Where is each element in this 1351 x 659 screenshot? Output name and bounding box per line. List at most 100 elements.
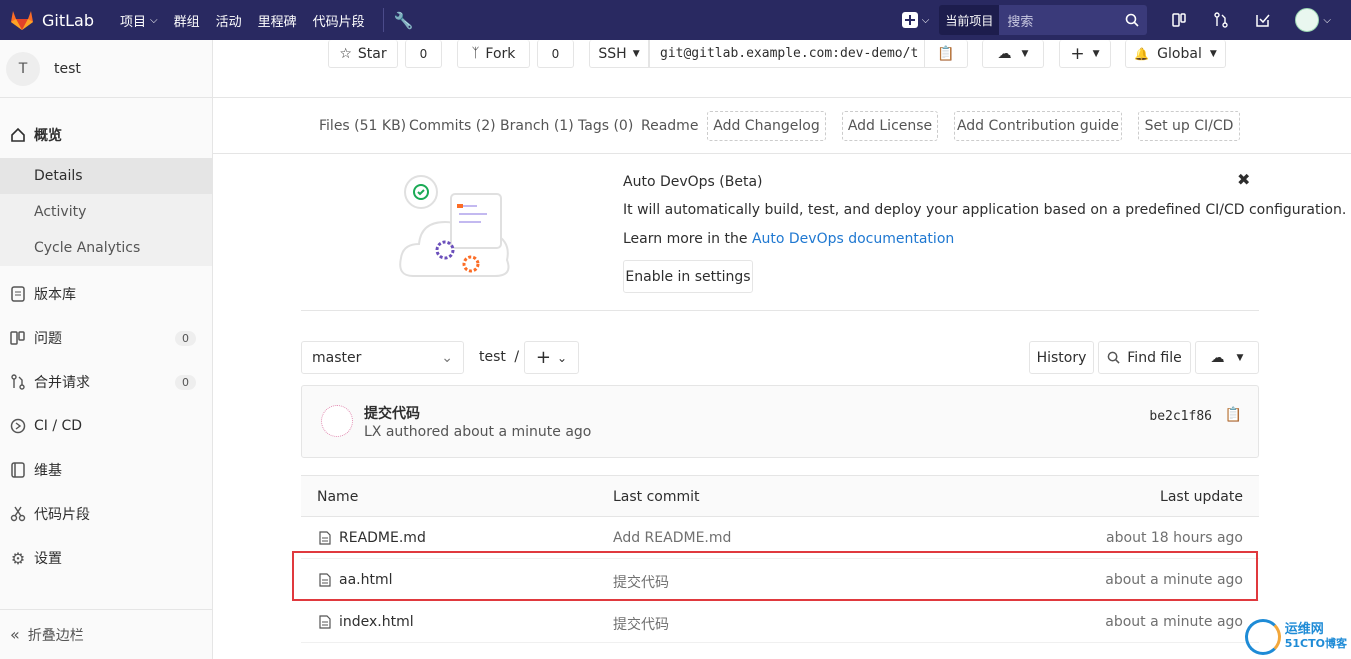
- file-commit-link[interactable]: Add README.md: [613, 530, 731, 546]
- issues-icon[interactable]: [1169, 10, 1189, 30]
- plus-icon: +: [1070, 43, 1085, 64]
- divider: [213, 153, 1351, 154]
- sidebar-subitem-activity[interactable]: Activity: [0, 194, 212, 230]
- star-button[interactable]: ☆ Star: [328, 40, 398, 68]
- branch-stat-link[interactable]: Branch (1): [500, 118, 574, 134]
- sidebar-item-snippets[interactable]: 代码片段: [0, 492, 212, 536]
- caret-down-icon: ▼: [632, 48, 640, 59]
- notification-dropdown[interactable]: 🔔 Global ▼: [1125, 40, 1226, 68]
- fork-button[interactable]: ᛉ Fork: [457, 40, 530, 68]
- watermark-line2: 51CTO博客: [1284, 637, 1347, 650]
- breadcrumb-separator: /: [514, 349, 520, 365]
- todos-icon[interactable]: [1253, 10, 1273, 30]
- avatar: [1295, 8, 1320, 32]
- add-license-button[interactable]: Add License: [842, 111, 938, 141]
- merge-request-icon: [10, 374, 26, 390]
- download-tree-dropdown[interactable]: ☁ ▼: [1195, 341, 1259, 374]
- chevron-down-icon: ⌄: [441, 349, 453, 366]
- project-name: test: [54, 60, 81, 77]
- last-commit-box: 提交代码 LX authored about a minute ago be2c…: [301, 385, 1259, 458]
- add-dropdown[interactable]: + ▼: [1059, 40, 1111, 68]
- sidebar-item-repository[interactable]: 版本库: [0, 272, 212, 316]
- gitlab-brand[interactable]: GitLab: [10, 9, 120, 31]
- file-table-header: Name Last commit Last update: [301, 475, 1259, 517]
- sidebar-item-merge-requests[interactable]: 合并请求 0: [0, 360, 212, 404]
- fork-icon: ᛉ: [471, 46, 480, 61]
- nav-activity[interactable]: 活动: [216, 11, 242, 30]
- clone-url-input[interactable]: git@gitlab.example.com:dev-demo/t: [649, 40, 925, 68]
- clipboard-icon[interactable]: 📋: [1225, 407, 1242, 423]
- nav-milestones[interactable]: 里程碑: [258, 11, 297, 30]
- protocol-label: SSH: [598, 45, 627, 62]
- nav-snippets[interactable]: 代码片段: [313, 11, 365, 30]
- sidebar: T test 概览 Details Activity Cycle Analyti…: [0, 40, 213, 659]
- chevron-down-icon: ⌵: [921, 14, 930, 26]
- copy-url-button[interactable]: 📋: [924, 40, 968, 68]
- readme-stat-link[interactable]: Readme: [641, 118, 698, 134]
- file-updated: about a minute ago: [1105, 614, 1243, 630]
- nav-projects-label: 项目: [120, 14, 147, 30]
- cloud-download-icon: ☁: [1210, 349, 1225, 366]
- download-dropdown[interactable]: ☁ ▼: [982, 40, 1044, 68]
- sidebar-subitem-details[interactable]: Details: [0, 158, 212, 194]
- fork-count[interactable]: 0: [537, 40, 574, 68]
- user-menu[interactable]: ⌵: [1295, 8, 1331, 32]
- merge-request-icon[interactable]: [1211, 10, 1231, 30]
- star-icon: ☆: [339, 45, 352, 62]
- sidebar-item-ci-cd[interactable]: CI / CD: [0, 404, 212, 448]
- banner-learn-more: Learn more in the Auto DevOps documentat…: [623, 231, 954, 247]
- history-button[interactable]: History: [1029, 341, 1094, 374]
- sidebar-item-settings[interactable]: ⚙ 设置: [0, 536, 212, 580]
- caret-down-icon: ▼: [1236, 352, 1244, 363]
- commit-sha[interactable]: be2c1f86: [1149, 409, 1212, 424]
- search-input[interactable]: 搜索: [999, 5, 1148, 35]
- auto-devops-illustration: [399, 175, 510, 277]
- pipeline-icon: [10, 418, 26, 434]
- sidebar-project-header[interactable]: T test: [0, 40, 212, 98]
- enable-in-settings-button[interactable]: Enable in settings: [623, 260, 753, 293]
- close-icon[interactable]: ✖: [1237, 170, 1250, 189]
- file-name-link[interactable]: index.html: [339, 614, 414, 630]
- star-count[interactable]: 0: [405, 40, 442, 68]
- setup-ci-cd-button[interactable]: Set up CI/CD: [1138, 111, 1240, 141]
- search-scope[interactable]: 当前项目: [939, 5, 1000, 35]
- file-icon: [319, 531, 331, 545]
- search-icon: [1107, 351, 1120, 364]
- new-dropdown-button[interactable]: ⌵: [901, 11, 930, 29]
- commits-stat-link[interactable]: Commits (2): [409, 118, 496, 134]
- sidebar-item-overview[interactable]: 概览: [0, 112, 212, 158]
- sidebar-item-label: 版本库: [34, 287, 76, 303]
- add-changelog-button[interactable]: Add Changelog: [707, 111, 826, 141]
- auto-devops-docs-link[interactable]: Auto DevOps documentation: [752, 231, 954, 247]
- doc-icon: [10, 286, 26, 302]
- learn-more-prefix: Learn more in the: [623, 231, 752, 247]
- breadcrumb: test /: [479, 349, 519, 365]
- top-navbar: GitLab 项目 ⌵ 群组 活动 里程碑 代码片段 🔧 ⌵ 当前项目 搜索 ⌵: [0, 0, 1351, 40]
- book-icon: [10, 462, 26, 478]
- add-to-tree-dropdown[interactable]: + ⌄: [524, 341, 579, 374]
- caret-down-icon: ▼: [1092, 48, 1100, 59]
- issues-icon: [10, 330, 26, 346]
- sidebar-subitem-cycle-analytics[interactable]: Cycle Analytics: [0, 230, 212, 266]
- sidebar-item-wiki[interactable]: 维基: [0, 448, 212, 492]
- find-file-button[interactable]: Find file: [1098, 341, 1191, 374]
- commit-message-link[interactable]: 提交代码: [364, 403, 420, 423]
- collapse-sidebar-button[interactable]: « 折叠边栏: [0, 609, 213, 659]
- scissors-icon: [10, 506, 26, 522]
- file-name-link[interactable]: README.md: [339, 530, 426, 546]
- admin-wrench-icon[interactable]: 🔧: [394, 11, 414, 30]
- files-stat-link[interactable]: Files (51 KB): [319, 118, 406, 134]
- sidebar-item-issues[interactable]: 问题 0: [0, 316, 212, 360]
- breadcrumb-project[interactable]: test: [479, 349, 506, 365]
- clone-protocol-dropdown[interactable]: SSH ▼: [589, 40, 649, 68]
- file-commit-link[interactable]: 提交代码: [613, 614, 669, 634]
- tags-stat-link[interactable]: Tags (0): [578, 118, 633, 134]
- commit-author-line: LX authored about a minute ago: [364, 424, 592, 440]
- add-contribution-guide-button[interactable]: Add Contribution guide: [954, 111, 1122, 141]
- nav-projects[interactable]: 项目 ⌵: [120, 11, 158, 30]
- sidebar-item-label: 问题: [34, 331, 62, 347]
- table-row[interactable]: index.html 提交代码 about a minute ago: [301, 601, 1259, 643]
- nav-groups[interactable]: 群组: [174, 11, 200, 30]
- branch-select[interactable]: master ⌄: [301, 341, 464, 374]
- notification-label: Global: [1157, 45, 1202, 62]
